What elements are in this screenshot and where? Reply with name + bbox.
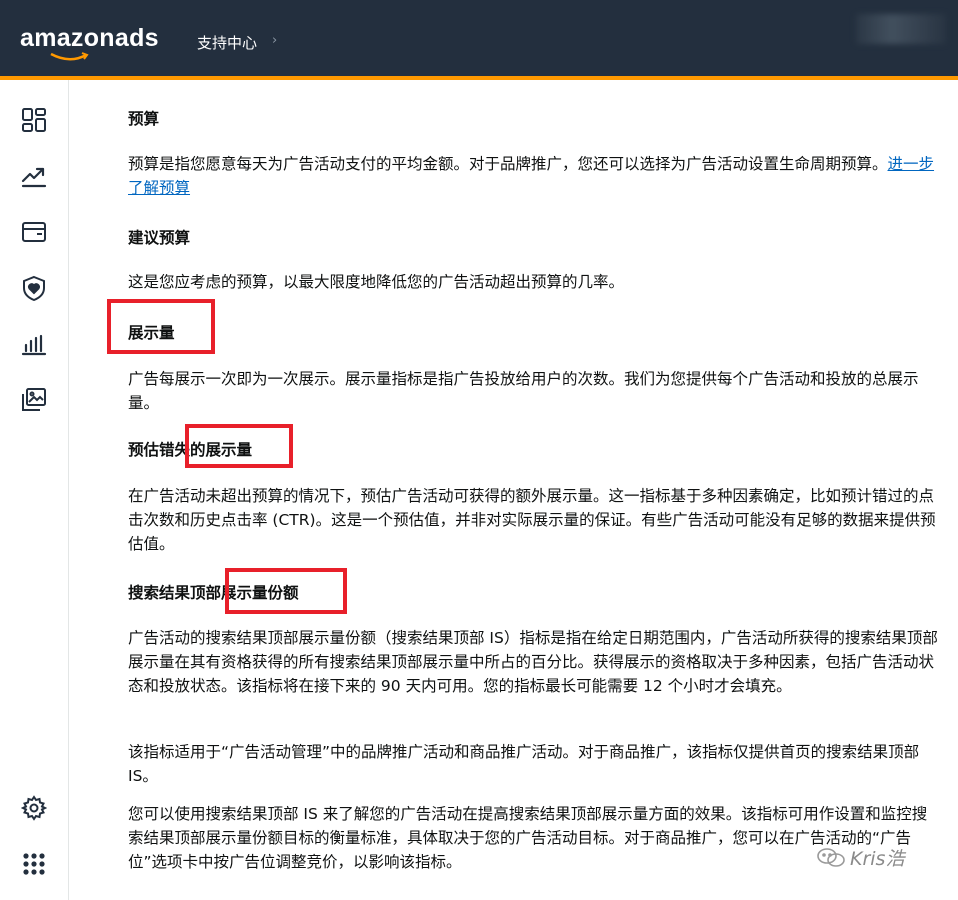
- blurred-account-area: [856, 14, 946, 44]
- section-heading-suggested-budget: 建议预算: [128, 229, 191, 247]
- section-heading-impressions: 展示量: [128, 324, 175, 342]
- wallet-icon[interactable]: [20, 218, 48, 246]
- section-paragraph: 这是您应考虑的预算，以最大限度地降低您的广告活动超出预算的几率。: [128, 273, 625, 291]
- left-sidebar: [0, 80, 69, 900]
- support-center-link[interactable]: 支持中心: [197, 32, 257, 53]
- section-paragraph: 该指标适用于“广告活动管理”中的品牌推广活动和商品推广活动。对于商品推广，该指标…: [128, 743, 920, 785]
- watermark: Kris浩: [816, 844, 904, 871]
- wechat-icon: [817, 847, 845, 867]
- trending-up-icon[interactable]: [20, 162, 48, 190]
- section-heading-missed-impressions: 预估错失的展示量: [128, 441, 253, 459]
- top-header: amazonads 支持中心 ›: [0, 0, 958, 80]
- amazon-ads-logo[interactable]: amazonads: [20, 24, 159, 61]
- section-paragraph: 广告活动的搜索结果顶部展示量份额（搜索结果顶部 IS）指标是指在给定日期范围内，…: [128, 629, 938, 695]
- amazon-smile-icon: [50, 52, 89, 61]
- section-paragraph: 在广告活动未超出预算的情况下，预估广告活动可获得的额外展示量。这一指标基于多种因…: [128, 487, 936, 553]
- section-paragraph: 预算是指您愿意每天为广告活动支付的平均金额。对于品牌推广，您还可以选择为广告活动…: [128, 152, 940, 200]
- section-paragraph: 广告每展示一次即为一次展示。展示量指标是指广告投放给用户的次数。我们为您提供每个…: [128, 370, 919, 412]
- watermark-text: Kris浩: [850, 848, 905, 870]
- apps-grid-icon[interactable]: [20, 850, 48, 878]
- dashboard-grid-icon[interactable]: [20, 106, 48, 134]
- paragraph-text: 预算是指您愿意每天为广告活动支付的平均金额。对于品牌推广，您还可以选择为广告活动…: [128, 155, 888, 173]
- gear-icon[interactable]: [20, 794, 48, 822]
- media-gallery-icon[interactable]: [20, 386, 48, 414]
- section-heading-budget: 预算: [128, 110, 160, 128]
- brand-text: amazonads: [20, 24, 159, 52]
- chevron-right-icon: ›: [272, 33, 278, 48]
- shield-heart-icon[interactable]: [20, 274, 48, 302]
- bar-chart-icon[interactable]: [20, 330, 48, 358]
- section-heading-top-of-search-is: 搜索结果顶部展示量份额: [128, 584, 299, 602]
